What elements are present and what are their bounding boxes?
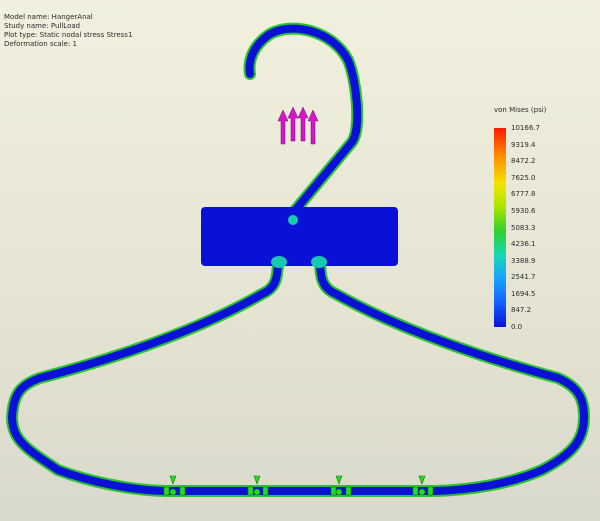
legend-tick: 847.2 [511,306,532,315]
hanger-model[interactable] [0,0,600,521]
legend-tick: 9319.4 [511,140,536,149]
legend-tick: 6777.8 [511,190,536,199]
legend-tick: 5083.3 [511,223,536,232]
legend-tick: 3388.9 [511,256,536,265]
legend-tick: 8472.2 [511,157,536,166]
legend-title: von Mises (psi) [494,106,547,114]
legend-tick: 1694.5 [511,289,536,298]
load-arrows-icon [277,106,319,145]
graphics-viewport[interactable]: Model name: HangerAnal Study name: PullL… [0,0,600,521]
stress-colorbar [494,128,506,327]
legend-tick: 4236.1 [511,240,536,249]
legend-tick: 5930.6 [511,206,536,215]
legend-tick: 2541.7 [511,273,536,282]
legend-tick: 0.0 [511,323,523,331]
legend-tick: 10166.7 [511,124,540,132]
legend-tick: 7625.0 [511,173,536,182]
